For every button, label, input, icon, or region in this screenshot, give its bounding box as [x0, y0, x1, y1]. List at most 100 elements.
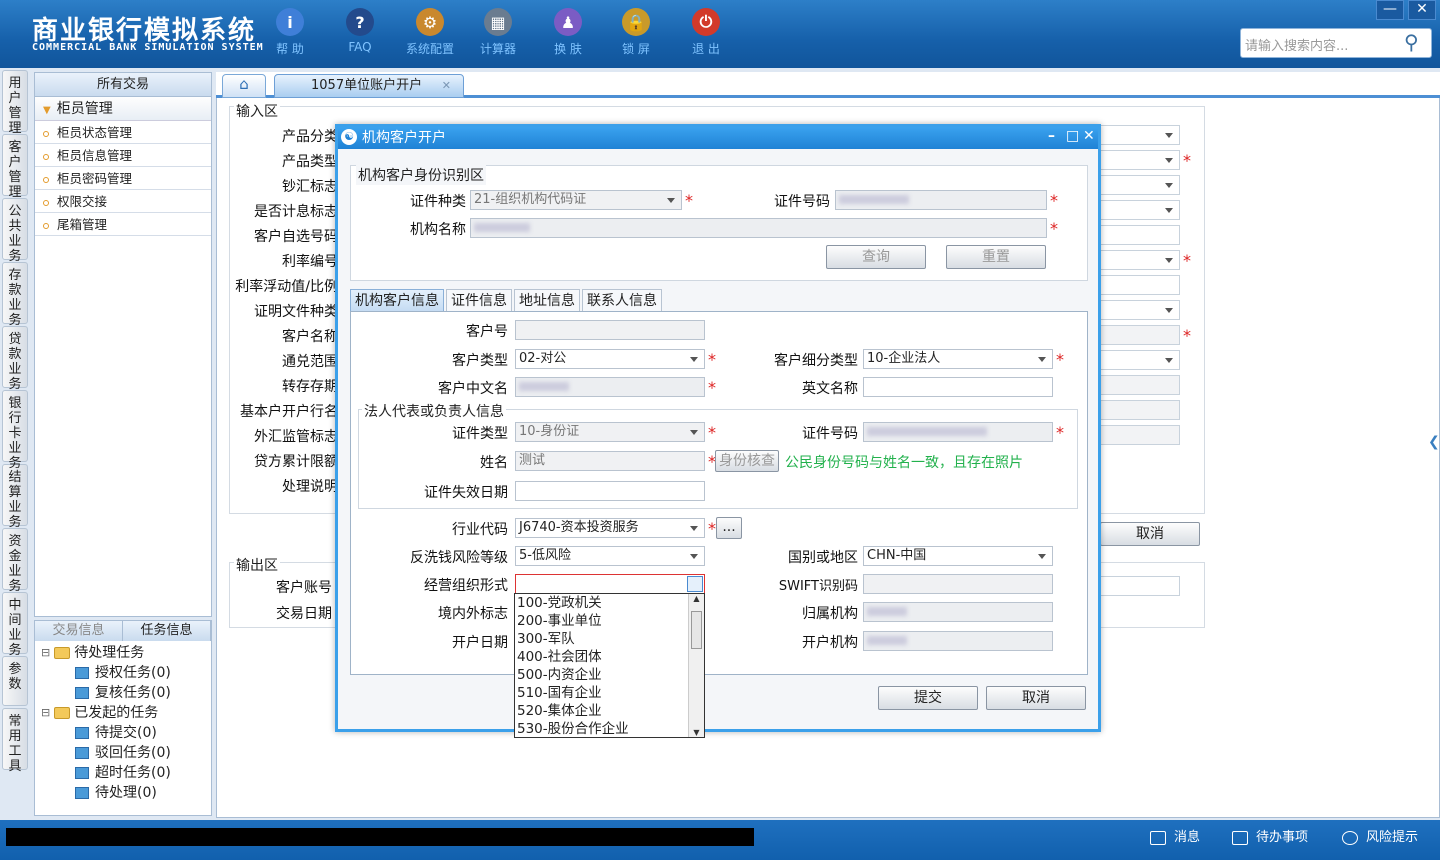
bg-field-9[interactable] [1100, 350, 1180, 370]
customer-type-select[interactable]: 02-对公 [515, 349, 705, 369]
dialog-tab-3[interactable]: 联系人信息 [582, 289, 662, 311]
module-tab-9[interactable]: 参数 [2, 656, 28, 706]
industry-lookup-button[interactable]: ... [716, 517, 742, 539]
toolbar-button-2[interactable]: ⚙ 系统配置 [400, 8, 460, 57]
bg-field-12[interactable] [1100, 425, 1180, 445]
nav-group[interactable]: ▼ 柜员管理 [35, 97, 211, 121]
bg-field-5[interactable] [1100, 250, 1180, 270]
close-window-button[interactable]: ✕ [1408, 0, 1436, 20]
id-verify-button[interactable]: 身份核查 [715, 450, 779, 472]
dropdown-option[interactable]: 530-股份合作企业 [515, 720, 704, 738]
tab-transaction-info[interactable]: 交易信息 [35, 621, 123, 641]
message-button[interactable]: 消息 [1150, 828, 1200, 848]
bg-field-1[interactable] [1100, 150, 1180, 170]
dialog-tab-1[interactable]: 证件信息 [446, 289, 512, 311]
nav-header[interactable]: 所有交易 [35, 73, 211, 97]
expand-arrow-icon[interactable]: ❮ [1428, 434, 1440, 450]
dropdown-option[interactable]: 510-国有企业 [515, 684, 704, 702]
nav-item-2[interactable]: 柜员密码管理 [35, 167, 211, 190]
dialog-tab-2[interactable]: 地址信息 [514, 289, 580, 311]
scroll-up-icon[interactable]: ▲ [689, 594, 704, 603]
close-dialog-icon[interactable]: ✕ [1083, 128, 1095, 144]
bg-field-2[interactable] [1100, 175, 1180, 195]
collapse-icon[interactable]: ⊟ [41, 703, 50, 723]
todo-button[interactable]: 待办事项 [1232, 828, 1308, 848]
scroll-down-icon[interactable]: ▼ [689, 728, 704, 737]
module-tab-8[interactable]: 中间业务 [2, 592, 28, 658]
toolbar-button-6[interactable]: ⏻ 退 出 [676, 8, 736, 57]
submit-button[interactable]: 提交 [878, 686, 978, 710]
customer-no-field[interactable] [515, 320, 705, 340]
dropdown-option[interactable]: 100-党政机关 [515, 594, 704, 612]
expire-date-field[interactable] [515, 481, 705, 501]
org-form-dropdown[interactable]: 100-党政机关 200-事业单位 300-军队 400-社会团体 500-内资企业 51… [514, 593, 705, 738]
dropdown-option[interactable]: 300-军队 [515, 630, 704, 648]
id-number-field[interactable] [835, 190, 1047, 210]
dropdown-option[interactable]: 500-内资企业 [515, 666, 704, 684]
bg-field-10[interactable] [1100, 375, 1180, 395]
tree-item[interactable]: 待处理(0) [39, 783, 207, 803]
scroll-thumb[interactable] [691, 611, 702, 649]
minimize-window-button[interactable]: — [1376, 0, 1404, 20]
reset-button[interactable]: 重置 [946, 245, 1046, 269]
module-tab-10[interactable]: 常用工具 [2, 708, 28, 774]
industry-select[interactable]: J6740-资本投资服务 [515, 518, 705, 538]
bg-field-6[interactable] [1100, 275, 1180, 295]
en-name-field[interactable] [863, 377, 1053, 397]
tree-initiated[interactable]: ⊟ 已发起的任务 [39, 703, 207, 723]
org-form-select[interactable] [515, 574, 705, 594]
tab-task-info[interactable]: 任务信息 [123, 621, 211, 641]
legal-name-field[interactable]: 测试 [515, 451, 705, 471]
nav-item-0[interactable]: 柜员状态管理 [35, 121, 211, 144]
legal-id-type-select[interactable]: 10-身份证 [515, 422, 705, 442]
module-tab-6[interactable]: 结算业务 [2, 464, 28, 530]
toolbar-button-4[interactable]: ♟ 换 肤 [538, 8, 598, 57]
dropdown-option[interactable]: 200-事业单位 [515, 612, 704, 630]
toolbar-button-0[interactable]: i 帮 助 [260, 8, 320, 57]
dialog-tab-0[interactable]: 机构客户信息 [350, 289, 444, 311]
dropdown-option[interactable]: 400-社会团体 [515, 648, 704, 666]
belong-org-field[interactable] [863, 602, 1053, 622]
nav-item-3[interactable]: 权限交接 [35, 190, 211, 213]
tree-item[interactable]: 复核任务(0) [39, 683, 207, 703]
bg-field-3[interactable] [1100, 200, 1180, 220]
aml-risk-select[interactable]: 5-低风险 [515, 546, 705, 566]
swift-field[interactable] [863, 574, 1053, 594]
bg-field-0[interactable] [1100, 125, 1180, 145]
tree-pending[interactable]: ⊟ 待处理任务 [39, 643, 207, 663]
module-tab-0[interactable]: 用户管理 [2, 70, 28, 136]
bg-field-8[interactable] [1100, 325, 1180, 345]
collapse-icon[interactable]: ⊟ [41, 643, 50, 663]
tree-item[interactable]: 待提交(0) [39, 723, 207, 743]
toolbar-button-5[interactable]: 🔒 锁 屏 [606, 8, 666, 57]
toolbar-button-3[interactable]: ▦ 计算器 [468, 8, 528, 57]
tree-item[interactable]: 授权任务(0) [39, 663, 207, 683]
maximize-dialog-icon[interactable]: □ [1066, 128, 1079, 144]
module-tab-3[interactable]: 存款业务 [2, 262, 28, 328]
dropdown-arrow-icon[interactable] [687, 576, 703, 592]
tab-account-open[interactable]: 1057单位账户开户 ✕ [274, 74, 464, 98]
module-tab-5[interactable]: 银行卡业务 [2, 390, 28, 471]
nav-item-1[interactable]: 柜员信息管理 [35, 144, 211, 167]
legal-id-no-field[interactable] [863, 422, 1053, 442]
country-select[interactable]: CHN-中国 [863, 546, 1053, 566]
nav-item-4[interactable]: 尾箱管理 [35, 213, 211, 236]
cn-name-field[interactable] [515, 377, 705, 397]
dropdown-scrollbar[interactable]: ▲ ▼ [688, 594, 704, 737]
query-button[interactable]: 查询 [826, 245, 926, 269]
module-tab-1[interactable]: 客户管理 [2, 134, 28, 200]
cancel-button[interactable]: 取消 [986, 686, 1086, 710]
bg-field-4[interactable] [1100, 225, 1180, 245]
customer-subtype-select[interactable]: 10-企业法人 [863, 349, 1053, 369]
dropdown-option[interactable]: 520-集体企业 [515, 702, 704, 720]
org-name-field[interactable] [470, 218, 1047, 238]
tree-item[interactable]: 驳回任务(0) [39, 743, 207, 763]
tree-item[interactable]: 超时任务(0) [39, 763, 207, 783]
minimize-dialog-icon[interactable]: – [1048, 128, 1055, 144]
module-tab-4[interactable]: 贷款业务 [2, 326, 28, 392]
bg-field-11[interactable] [1100, 400, 1180, 420]
open-org-field[interactable] [863, 631, 1053, 651]
id-type-select[interactable]: 21-组织机构代码证 [470, 190, 682, 210]
bg-field-7[interactable] [1100, 300, 1180, 320]
close-tab-icon[interactable]: ✕ [442, 75, 451, 97]
